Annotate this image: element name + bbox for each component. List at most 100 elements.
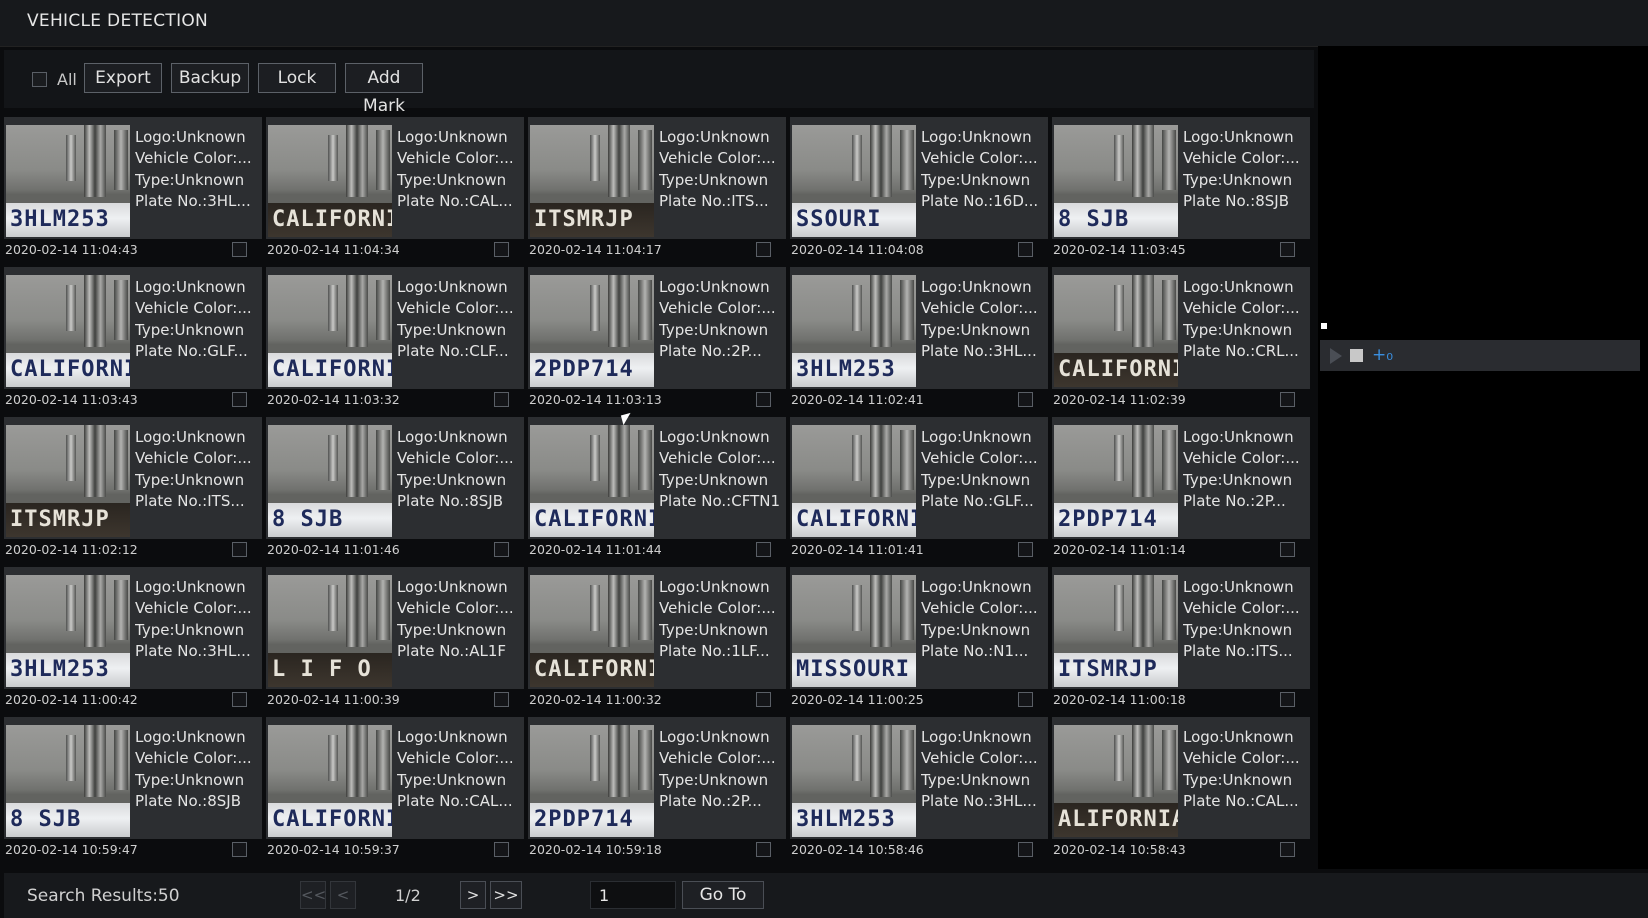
plate-number-field: Plate No.:N1...	[921, 641, 1029, 660]
record-checkbox[interactable]	[494, 692, 509, 707]
result-card[interactable]: CALIFORNIA Logo:Unknown Vehicle Color:... T…	[1052, 267, 1310, 410]
vehicle-snapshot[interactable]: ITSMRJP	[6, 425, 130, 537]
result-card[interactable]: ITSMRJP Logo:Unknown Vehicle Color:... Type…	[1052, 567, 1310, 710]
record-checkbox[interactable]	[232, 542, 247, 557]
vehicle-snapshot[interactable]: CALIFORNIA	[530, 425, 654, 537]
result-card[interactable]: CALIFORNIA Logo:Unknown Vehicle Color:... T…	[266, 117, 524, 260]
vehicle-snapshot[interactable]: CALIFORNIA	[792, 425, 916, 537]
vehicle-snapshot[interactable]: 8 SJB	[268, 425, 392, 537]
vehicle-snapshot[interactable]: SSOURI	[792, 125, 916, 237]
record-checkbox[interactable]	[1018, 692, 1033, 707]
vehicle-snapshot[interactable]: ITSMRJP	[1054, 575, 1178, 687]
record-checkbox[interactable]	[756, 692, 771, 707]
clip-icon[interactable]: +₀	[1372, 345, 1393, 365]
record-checkbox[interactable]	[494, 842, 509, 857]
record-checkbox[interactable]	[756, 842, 771, 857]
record-checkbox[interactable]	[494, 542, 509, 557]
record-checkbox[interactable]	[494, 242, 509, 257]
result-card[interactable]: CALIFORNIA Logo:Unknown Vehicle Color:... T…	[4, 267, 262, 410]
result-card[interactable]: 3HLM253 Logo:Unknown Vehicle Color:... Type…	[4, 567, 262, 710]
record-checkbox[interactable]	[1018, 392, 1033, 407]
vehicle-color-field: Vehicle Color:...	[397, 299, 514, 318]
record-checkbox[interactable]	[1018, 242, 1033, 257]
stop-icon[interactable]	[1350, 349, 1363, 362]
result-card[interactable]: 2PDP714 Logo:Unknown Vehicle Color:... Type…	[1052, 417, 1310, 560]
record-checkbox[interactable]	[756, 242, 771, 257]
vehicle-snapshot[interactable]: CALIFORNIA	[530, 575, 654, 687]
record-checkbox[interactable]	[1280, 242, 1295, 257]
backup-button[interactable]: Backup	[171, 63, 249, 93]
record-checkbox[interactable]	[1280, 542, 1295, 557]
vehicle-snapshot[interactable]: 2PDP714	[530, 725, 654, 837]
result-card[interactable]: ALIFORNIA Logo:Unknown Vehicle Color:... Ty…	[1052, 717, 1310, 860]
result-card[interactable]: 3HLM253 Logo:Unknown Vehicle Color:... Type…	[4, 117, 262, 260]
type-field: Type:Unknown	[135, 770, 245, 789]
record-checkbox[interactable]	[756, 542, 771, 557]
result-card[interactable]: L I F O Logo:Unknown Vehicle Color:... Type…	[266, 567, 524, 710]
record-checkbox[interactable]	[756, 392, 771, 407]
vehicle-snapshot[interactable]: 2PDP714	[530, 275, 654, 387]
record-checkbox[interactable]	[1280, 842, 1295, 857]
vehicle-snapshot[interactable]: 3HLM253	[792, 725, 916, 837]
vehicle-snapshot[interactable]: 8 SJB	[6, 725, 130, 837]
vehicle-snapshot[interactable]: 3HLM253	[6, 575, 130, 687]
plate-number-field: Plate No.:ITS...	[135, 491, 245, 510]
snapshot-detail	[870, 275, 892, 347]
vehicle-snapshot[interactable]: CALIFORNIA	[268, 725, 392, 837]
page-number-input[interactable]	[590, 881, 676, 909]
export-button[interactable]: Export	[84, 63, 162, 93]
result-card[interactable]: CALIFORNIA Logo:Unknown Vehicle Color:... T…	[266, 267, 524, 410]
play-icon[interactable]	[1330, 348, 1342, 364]
result-card[interactable]: 2PDP714 Logo:Unknown Vehicle Color:... Type…	[528, 717, 786, 860]
record-checkbox[interactable]	[232, 842, 247, 857]
go-to-button[interactable]: Go To	[682, 881, 764, 909]
result-card[interactable]: 8 SJB Logo:Unknown Vehicle Color:... Type:U…	[1052, 117, 1310, 260]
vehicle-snapshot[interactable]: L I F O	[268, 575, 392, 687]
vehicle-snapshot[interactable]: 3HLM253	[6, 125, 130, 237]
record-checkbox[interactable]	[1280, 692, 1295, 707]
snapshot-detail	[638, 580, 652, 640]
vehicle-snapshot[interactable]: 2PDP714	[1054, 425, 1178, 537]
vehicle-snapshot[interactable]: MISSOURI	[792, 575, 916, 687]
last-page-button[interactable]: >>	[490, 881, 522, 909]
result-card[interactable]: ITSMRJP Logo:Unknown Vehicle Color:... Type…	[528, 117, 786, 260]
vehicle-snapshot[interactable]: CALIFORNIA	[268, 275, 392, 387]
snapshot-detail	[114, 580, 128, 640]
result-card[interactable]: CALIFORNIA Logo:Unknown Vehicle Color:... T…	[528, 567, 786, 710]
record-checkbox[interactable]	[1280, 392, 1295, 407]
logo-field: Logo:Unknown	[1183, 728, 1294, 746]
vehicle-snapshot[interactable]: 8 SJB	[1054, 125, 1178, 237]
result-card[interactable]: SSOURI Logo:Unknown Vehicle Color:... Type:…	[790, 117, 1048, 260]
first-page-button[interactable]: <<	[300, 881, 326, 909]
vehicle-snapshot[interactable]: ITSMRJP	[530, 125, 654, 237]
result-card[interactable]: CALIFORNIA Logo:Unknown Vehicle Color:... T…	[266, 717, 524, 860]
prev-page-button[interactable]: <	[330, 881, 356, 909]
record-checkbox[interactable]	[232, 242, 247, 257]
record-checkbox[interactable]	[494, 392, 509, 407]
vehicle-snapshot[interactable]: 3HLM253	[792, 275, 916, 387]
vehicle-info: Logo:Unknown Vehicle Color:... Type:Unknow…	[921, 577, 1046, 662]
add-mark-button[interactable]: Add Mark	[345, 63, 423, 116]
select-all[interactable]: All	[32, 70, 77, 89]
record-checkbox[interactable]	[1018, 542, 1033, 557]
result-card[interactable]: 3HLM253 Logo:Unknown Vehicle Color:... Type…	[790, 267, 1048, 410]
select-all-checkbox[interactable]	[32, 72, 47, 87]
next-page-button[interactable]: >	[460, 881, 486, 909]
result-card[interactable]: MISSOURI Logo:Unknown Vehicle Color:... Typ…	[790, 567, 1048, 710]
record-checkbox[interactable]	[232, 692, 247, 707]
result-card[interactable]: 8 SJB Logo:Unknown Vehicle Color:... Type:U…	[4, 717, 262, 860]
vehicle-snapshot[interactable]: ALIFORNIA	[1054, 725, 1178, 837]
result-card[interactable]: 3HLM253 Logo:Unknown Vehicle Color:... Type…	[790, 717, 1048, 860]
result-card[interactable]: 2PDP714 Logo:Unknown Vehicle Color:... Type…	[528, 267, 786, 410]
lock-button[interactable]: Lock	[258, 63, 336, 93]
record-checkbox[interactable]	[232, 392, 247, 407]
vehicle-snapshot[interactable]: CALIFORNIA	[1054, 275, 1178, 387]
result-card[interactable]: 8 SJB Logo:Unknown Vehicle Color:... Type:U…	[266, 417, 524, 560]
result-card[interactable]: CALIFORNIA Logo:Unknown Vehicle Color:... T…	[790, 417, 1048, 560]
result-card[interactable]: ITSMRJP Logo:Unknown Vehicle Color:... Type…	[4, 417, 262, 560]
result-card[interactable]: CALIFORNIA Logo:Unknown Vehicle Color:... T…	[528, 417, 786, 560]
vehicle-info: Logo:Unknown Vehicle Color:... Type:Unknow…	[921, 427, 1046, 512]
record-checkbox[interactable]	[1018, 842, 1033, 857]
vehicle-snapshot[interactable]: CALIFORNIA	[268, 125, 392, 237]
vehicle-snapshot[interactable]: CALIFORNIA	[6, 275, 130, 387]
